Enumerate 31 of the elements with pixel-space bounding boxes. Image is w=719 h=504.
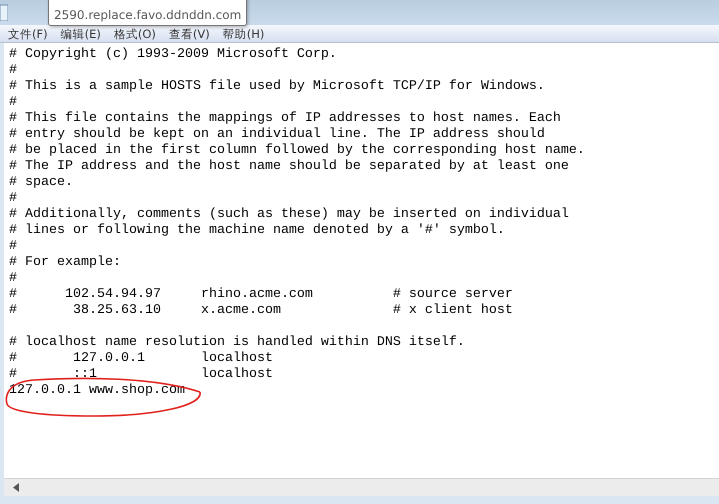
text-line: # Copyright (c) 1993-2009 Microsoft Corp. — [9, 47, 337, 63]
tooltip-text: 2590.replace.favo.ddnddn.com — [54, 7, 242, 23]
text-line: # — [9, 95, 17, 111]
text-area[interactable] — [4, 43, 719, 478]
menu-item[interactable]: 格式(O) — [114, 24, 156, 42]
menu-item[interactable]: 文件(F) — [8, 24, 48, 42]
text-line: # Additionally, comments (such as these) may be inserted on individual — [9, 207, 569, 223]
text-line: # entry should be kept on an individual line. The IP address should — [9, 127, 545, 143]
text-line: # ::1 localhost — [9, 367, 273, 383]
text-line: # space. — [9, 175, 73, 191]
horizontal-scrollbar[interactable] — [4, 478, 719, 496]
text-line: # For example: — [9, 255, 121, 271]
menu-item[interactable]: 编辑(E) — [60, 24, 101, 42]
text-line: # be placed in the first column followed by the corresponding host name. — [9, 143, 585, 159]
text-line: # The IP address and the host name should be separated by at least one — [9, 159, 569, 175]
text-line: # This is a sample HOSTS file used by Microsoft TCP/IP for Windows. — [9, 79, 545, 95]
text-line: # 38.25.63.10 x.acme.com # x client host — [9, 303, 513, 319]
menu-item[interactable]: 查看(V) — [168, 24, 210, 42]
text-line: # 127.0.0.1 localhost — [9, 351, 273, 367]
text-line: # This file contains the mappings of IP addresses to host names. Each — [9, 111, 561, 127]
text-line: 127.0.0.1 www.shop.com — [9, 383, 185, 399]
text-line: # — [9, 271, 17, 287]
text-line: # 102.54.94.97 rhino.acme.com # source server — [9, 287, 513, 303]
text-line: # localhost name resolution is handled within DNS itself. — [9, 335, 465, 351]
text-line: # lines or following the machine name denoted by a '#' symbol. — [9, 223, 505, 239]
text-line: # — [9, 191, 17, 207]
notepad-icon — [0, 3, 8, 21]
text-line: # — [9, 239, 17, 255]
text-line: # — [9, 63, 17, 79]
menu-item[interactable]: 帮助(H) — [222, 24, 264, 42]
left-arrow-icon[interactable] — [13, 483, 19, 492]
